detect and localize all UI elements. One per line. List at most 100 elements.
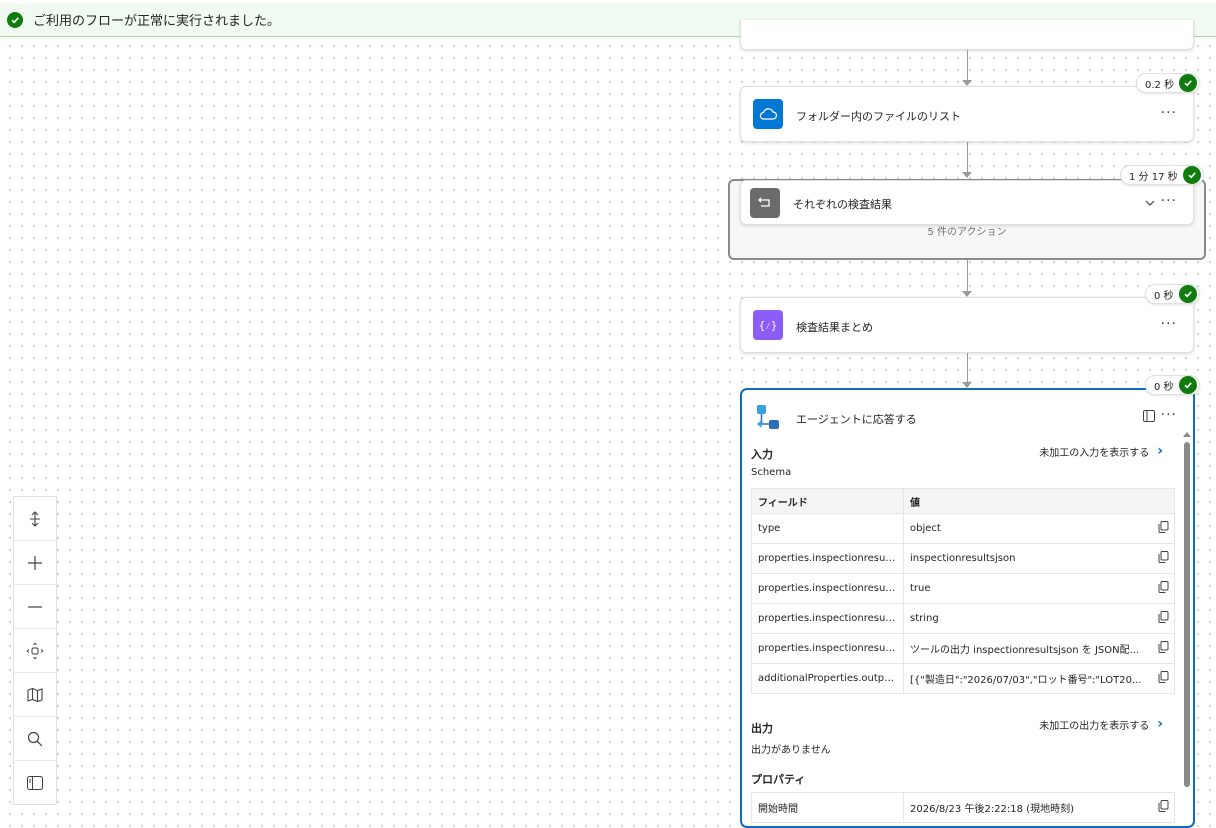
success-check-icon [1178,285,1197,303]
field-cell: properties.inspectionresultsj... [751,573,904,604]
raw-output-label: 未加工の出力を表示する [1039,720,1150,732]
field-cell: additionalProperties.output... [751,663,904,694]
output-heading: 出力 [751,722,773,735]
properties-heading: プロパティ [751,773,806,786]
no-output-text: 出力がありません [751,745,831,756]
zoom-out-button[interactable] [14,585,56,629]
duration-badge: 1 分 17 秒 [1120,165,1204,185]
step-card-apply-to-each[interactable]: それぞれの検査結果 ··· [740,180,1194,225]
table-row: properties.inspectionresultsj... inspect… [751,543,1175,574]
properties-table: 開始時間 2026/8/23 午後2:22:18 (現地時刻) [751,792,1175,823]
value-cell: true [903,573,1153,604]
step-card-compose[interactable]: {⁄} 検査結果まとめ ··· [740,297,1194,353]
show-raw-output-link[interactable]: 未加工の出力を表示する › [1039,716,1163,732]
more-options-icon[interactable]: ··· [1161,316,1177,332]
connector-line [967,50,968,80]
connector-line [967,260,968,291]
zoom-in-button[interactable] [14,541,56,585]
panel-icon [27,776,43,790]
plus-icon [28,555,42,570]
success-check-icon [1182,166,1201,184]
more-options-icon[interactable]: ··· [1161,105,1177,121]
copy-icon[interactable] [1152,603,1175,634]
copy-icon[interactable] [1152,573,1175,604]
table-row: properties.inspectionresultsj... ツールの出力 … [751,633,1175,664]
connector-line [967,353,968,382]
onedrive-icon [753,99,783,129]
fit-view-icon [26,642,44,659]
scroll-up-arrow[interactable] [1183,432,1191,437]
field-cell: properties.inspectionresultsj... [751,603,904,634]
duration-text: 0 秒 [1154,381,1174,393]
table-row: properties.inspectionresultsj... string [751,603,1175,634]
step-title: それぞれの検査結果 [793,198,892,211]
map-icon [27,687,43,702]
chevron-down-icon[interactable] [1145,197,1155,210]
column-header-value: 値 [903,488,1175,514]
duration-text: 1 分 17 秒 [1129,171,1178,183]
duration-badge: 0 秒 [1145,284,1200,304]
input-schema-table: フィールド 値 type object properties.inspectio… [751,488,1175,694]
property-value-cell: 2026/8/23 午後2:22:18 (現地時刻) [903,792,1153,823]
toggle-panel-button[interactable] [14,761,56,805]
agent-icon [754,403,782,431]
chevron-right-icon: › [1157,716,1163,732]
copy-icon[interactable] [1152,543,1175,574]
input-heading: 入力 [751,448,773,461]
table-row: type object [751,513,1175,544]
scrollbar-thumb[interactable] [1184,442,1190,787]
value-cell: ツールの出力 inspectionresultsjson を JSON配... [903,633,1153,664]
column-header-field: フィールド [751,488,904,514]
banner-message: ご利用のフローが正常に実行されました。 [33,14,281,29]
field-cell: properties.inspectionresultsj... [751,633,904,664]
value-cell: inspectionresultsjson [903,543,1153,574]
duration-badge: 0.2 秒 [1136,73,1201,93]
compose-icon: {⁄} [753,310,783,340]
panel-toggle-icon[interactable] [1143,410,1155,425]
duration-text: 0 秒 [1154,290,1174,302]
success-check-icon [1179,74,1198,92]
field-cell: properties.inspectionresultsj... [751,543,904,574]
minimap-button[interactable] [14,673,56,717]
raw-input-label: 未加工の入力を表示する [1039,447,1150,459]
connector-arrow [962,172,972,178]
success-check-icon [1178,376,1197,394]
fit-view-button[interactable] [14,629,56,673]
value-cell: object [903,513,1153,544]
chevron-right-icon: › [1157,443,1163,459]
copy-icon[interactable] [1152,513,1175,544]
table-row: 開始時間 2026/8/23 午後2:22:18 (現地時刻) [751,792,1175,823]
step-title: エージェントに応答する [796,413,917,426]
table-row: properties.inspectionresultsj... true [751,573,1175,604]
show-raw-input-link[interactable]: 未加工の入力を表示する › [1039,443,1163,459]
duration-badge: 0 秒 [1145,375,1200,395]
fit-vertical-button[interactable] [14,497,56,541]
step-title: 検査結果まとめ [796,321,873,334]
success-check-icon [7,11,23,28]
more-options-icon[interactable]: ··· [1161,193,1177,209]
connector-line [967,142,968,172]
minus-icon [28,605,42,608]
table-header-row: フィールド 値 [751,488,1175,514]
loop-icon [750,188,780,218]
more-options-icon[interactable]: ··· [1161,407,1177,423]
expand-vertical-icon [30,510,40,527]
step-title: フォルダー内のファイルのリスト [796,110,961,123]
duration-text: 0.2 秒 [1145,79,1175,91]
copy-icon[interactable] [1152,633,1175,664]
loop-action-count: 5 件のアクション [927,227,1007,238]
canvas-toolbar [13,496,57,805]
step-card-respond-to-agent[interactable]: エージェントに応答する ··· 入力 未加工の入力を表示する › Schema … [740,388,1195,828]
step-card-list-files[interactable]: フォルダー内のファイルのリスト ··· [740,86,1194,142]
value-cell: [{"製造日":"2026/07/03","ロット番号":"LOT20... [903,663,1153,694]
previous-step-card[interactable] [740,20,1194,50]
field-cell: type [751,513,904,544]
value-cell: string [903,603,1153,634]
schema-label: Schema [751,467,792,478]
search-icon [27,731,43,746]
copy-icon[interactable] [1152,663,1175,694]
property-name-cell: 開始時間 [751,792,904,823]
table-row: additionalProperties.output... [{"製造日":"… [751,663,1175,694]
copy-icon[interactable] [1152,792,1175,823]
search-button[interactable] [14,717,56,761]
